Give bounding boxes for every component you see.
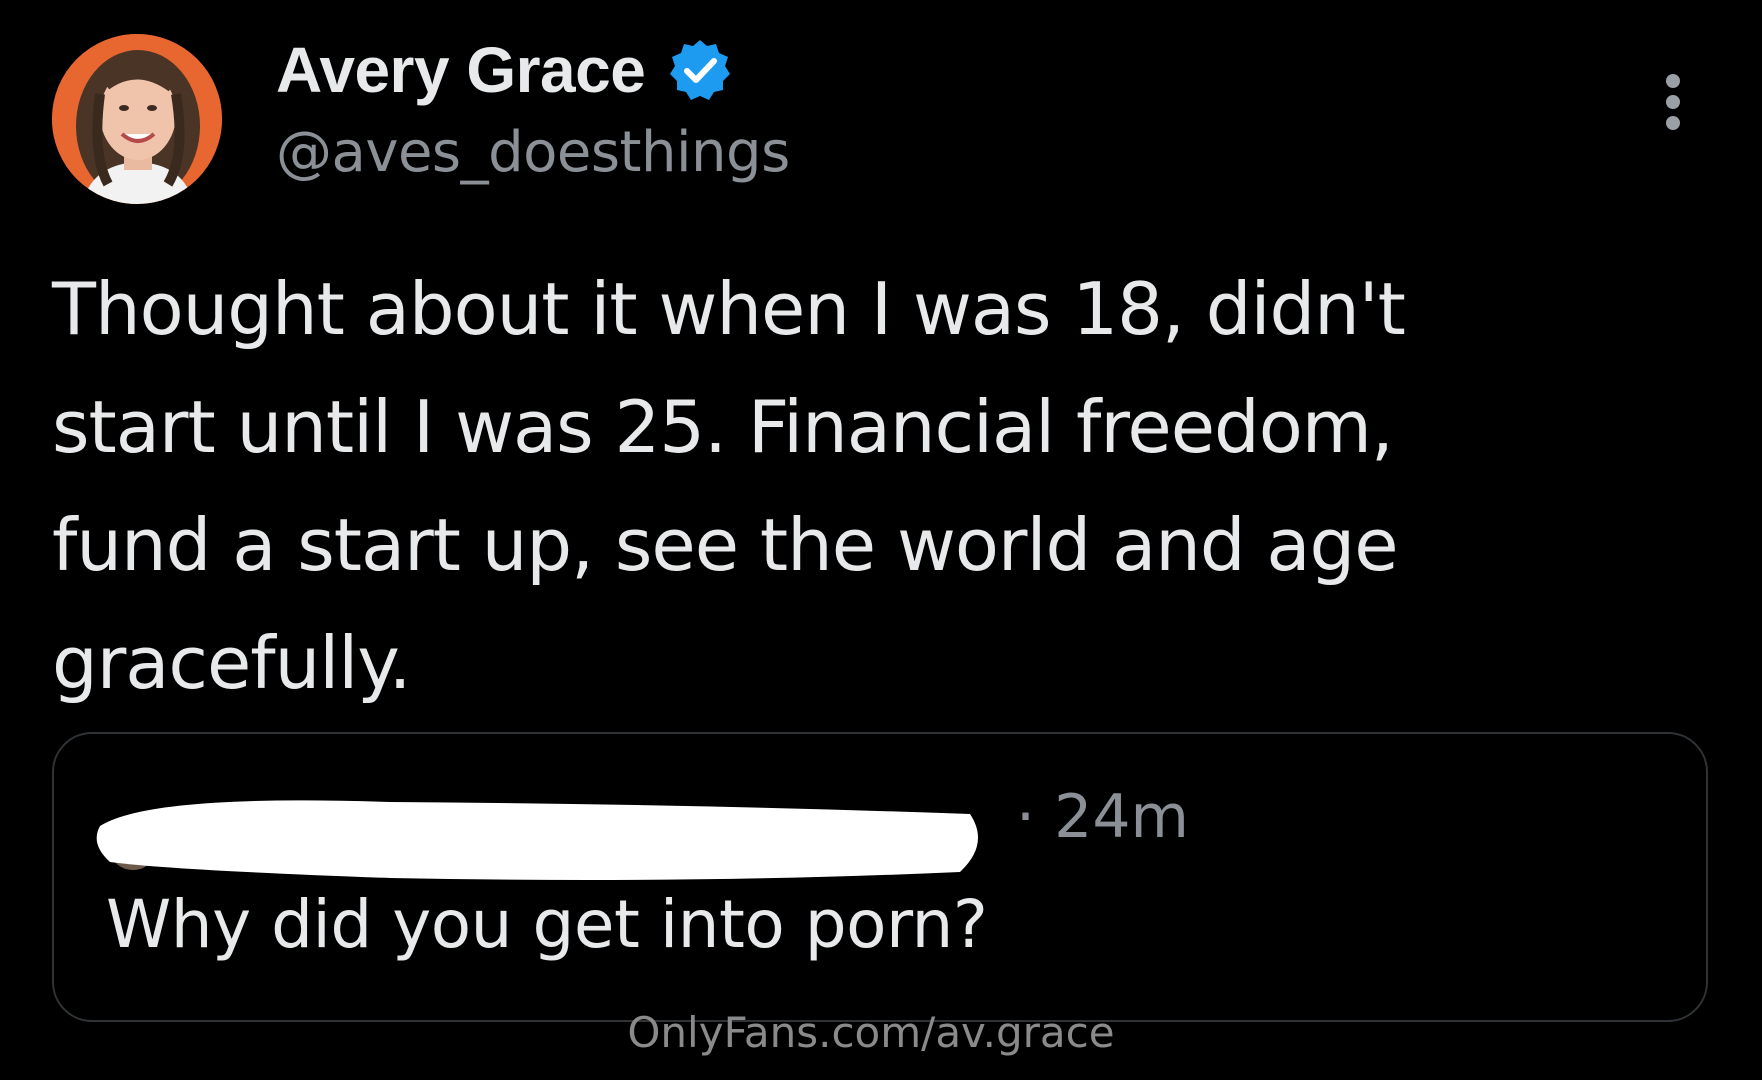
more-vertical-icon[interactable] bbox=[1656, 72, 1692, 132]
author-handle[interactable]: @aves_doesthings bbox=[276, 120, 790, 185]
quoted-tweet-timestamp: · 24m bbox=[1016, 782, 1189, 852]
quoted-tweet-card[interactable]: · 24m Why did you get into porn? bbox=[52, 732, 1708, 1022]
author-name-row: Avery Grace bbox=[276, 30, 733, 110]
author-display-name[interactable]: Avery Grace bbox=[276, 33, 646, 107]
tweet-text: Thought about it when I was 18, didn't s… bbox=[52, 267, 1406, 705]
profile-photo-icon bbox=[52, 34, 222, 204]
watermark: OnlyFans.com/av.grace bbox=[627, 1008, 1115, 1057]
author-avatar[interactable] bbox=[52, 34, 222, 204]
verified-badge-icon bbox=[667, 37, 733, 103]
tweet-card: Avery Grace @aves_doesthings Thought abo… bbox=[0, 0, 1762, 1080]
quoted-tweet-text: Why did you get into porn? bbox=[106, 886, 988, 963]
redaction-scribble bbox=[96, 800, 978, 880]
